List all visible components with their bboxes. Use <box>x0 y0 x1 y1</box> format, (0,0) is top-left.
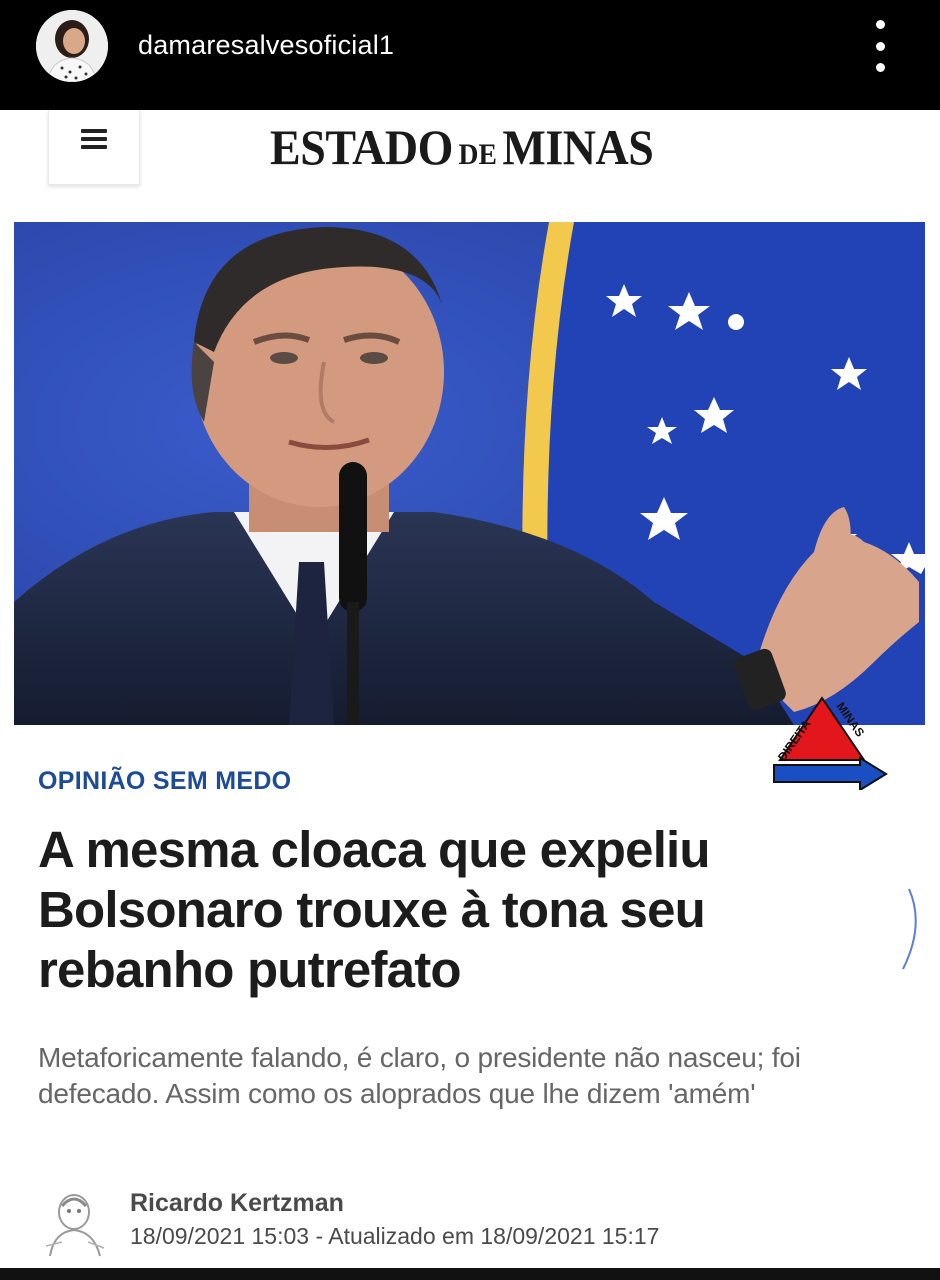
instagram-post-header: damaresalvesoficial1 <box>0 0 940 110</box>
article-date: 18/09/2021 15:03 - Atualizado em 18/09/2… <box>130 1223 660 1249</box>
site-header: ESTADO DE MINAS <box>0 110 940 215</box>
site-logo[interactable]: ESTADO DE MINAS <box>270 118 654 176</box>
scroll-bracket-icon <box>895 885 935 975</box>
profile-username[interactable]: damaresalvesoficial1 <box>138 30 394 61</box>
article-hero-image <box>14 222 925 725</box>
logo-word-de: DE <box>458 138 497 171</box>
direita-minas-logo: DIREITA MINAS <box>760 690 900 792</box>
article-headline[interactable]: A mesma cloaca que expeliu Bolsonaro tro… <box>38 820 898 1000</box>
logo-word-minas: MINAS <box>502 119 654 175</box>
author-name[interactable]: Ricardo Kertzman <box>130 1189 344 1218</box>
bottom-bar <box>0 1268 940 1280</box>
profile-avatar[interactable] <box>36 10 108 82</box>
author-avatar[interactable] <box>42 1186 108 1258</box>
logo-word-estado: ESTADO <box>270 119 453 175</box>
article-subheadline: Metaforicamente falando, é claro, o pres… <box>38 1042 801 1109</box>
article-kicker[interactable]: OPINIÃO SEM MEDO <box>38 767 291 796</box>
hamburger-menu-icon[interactable] <box>48 110 140 185</box>
more-options-icon[interactable] <box>862 20 898 72</box>
